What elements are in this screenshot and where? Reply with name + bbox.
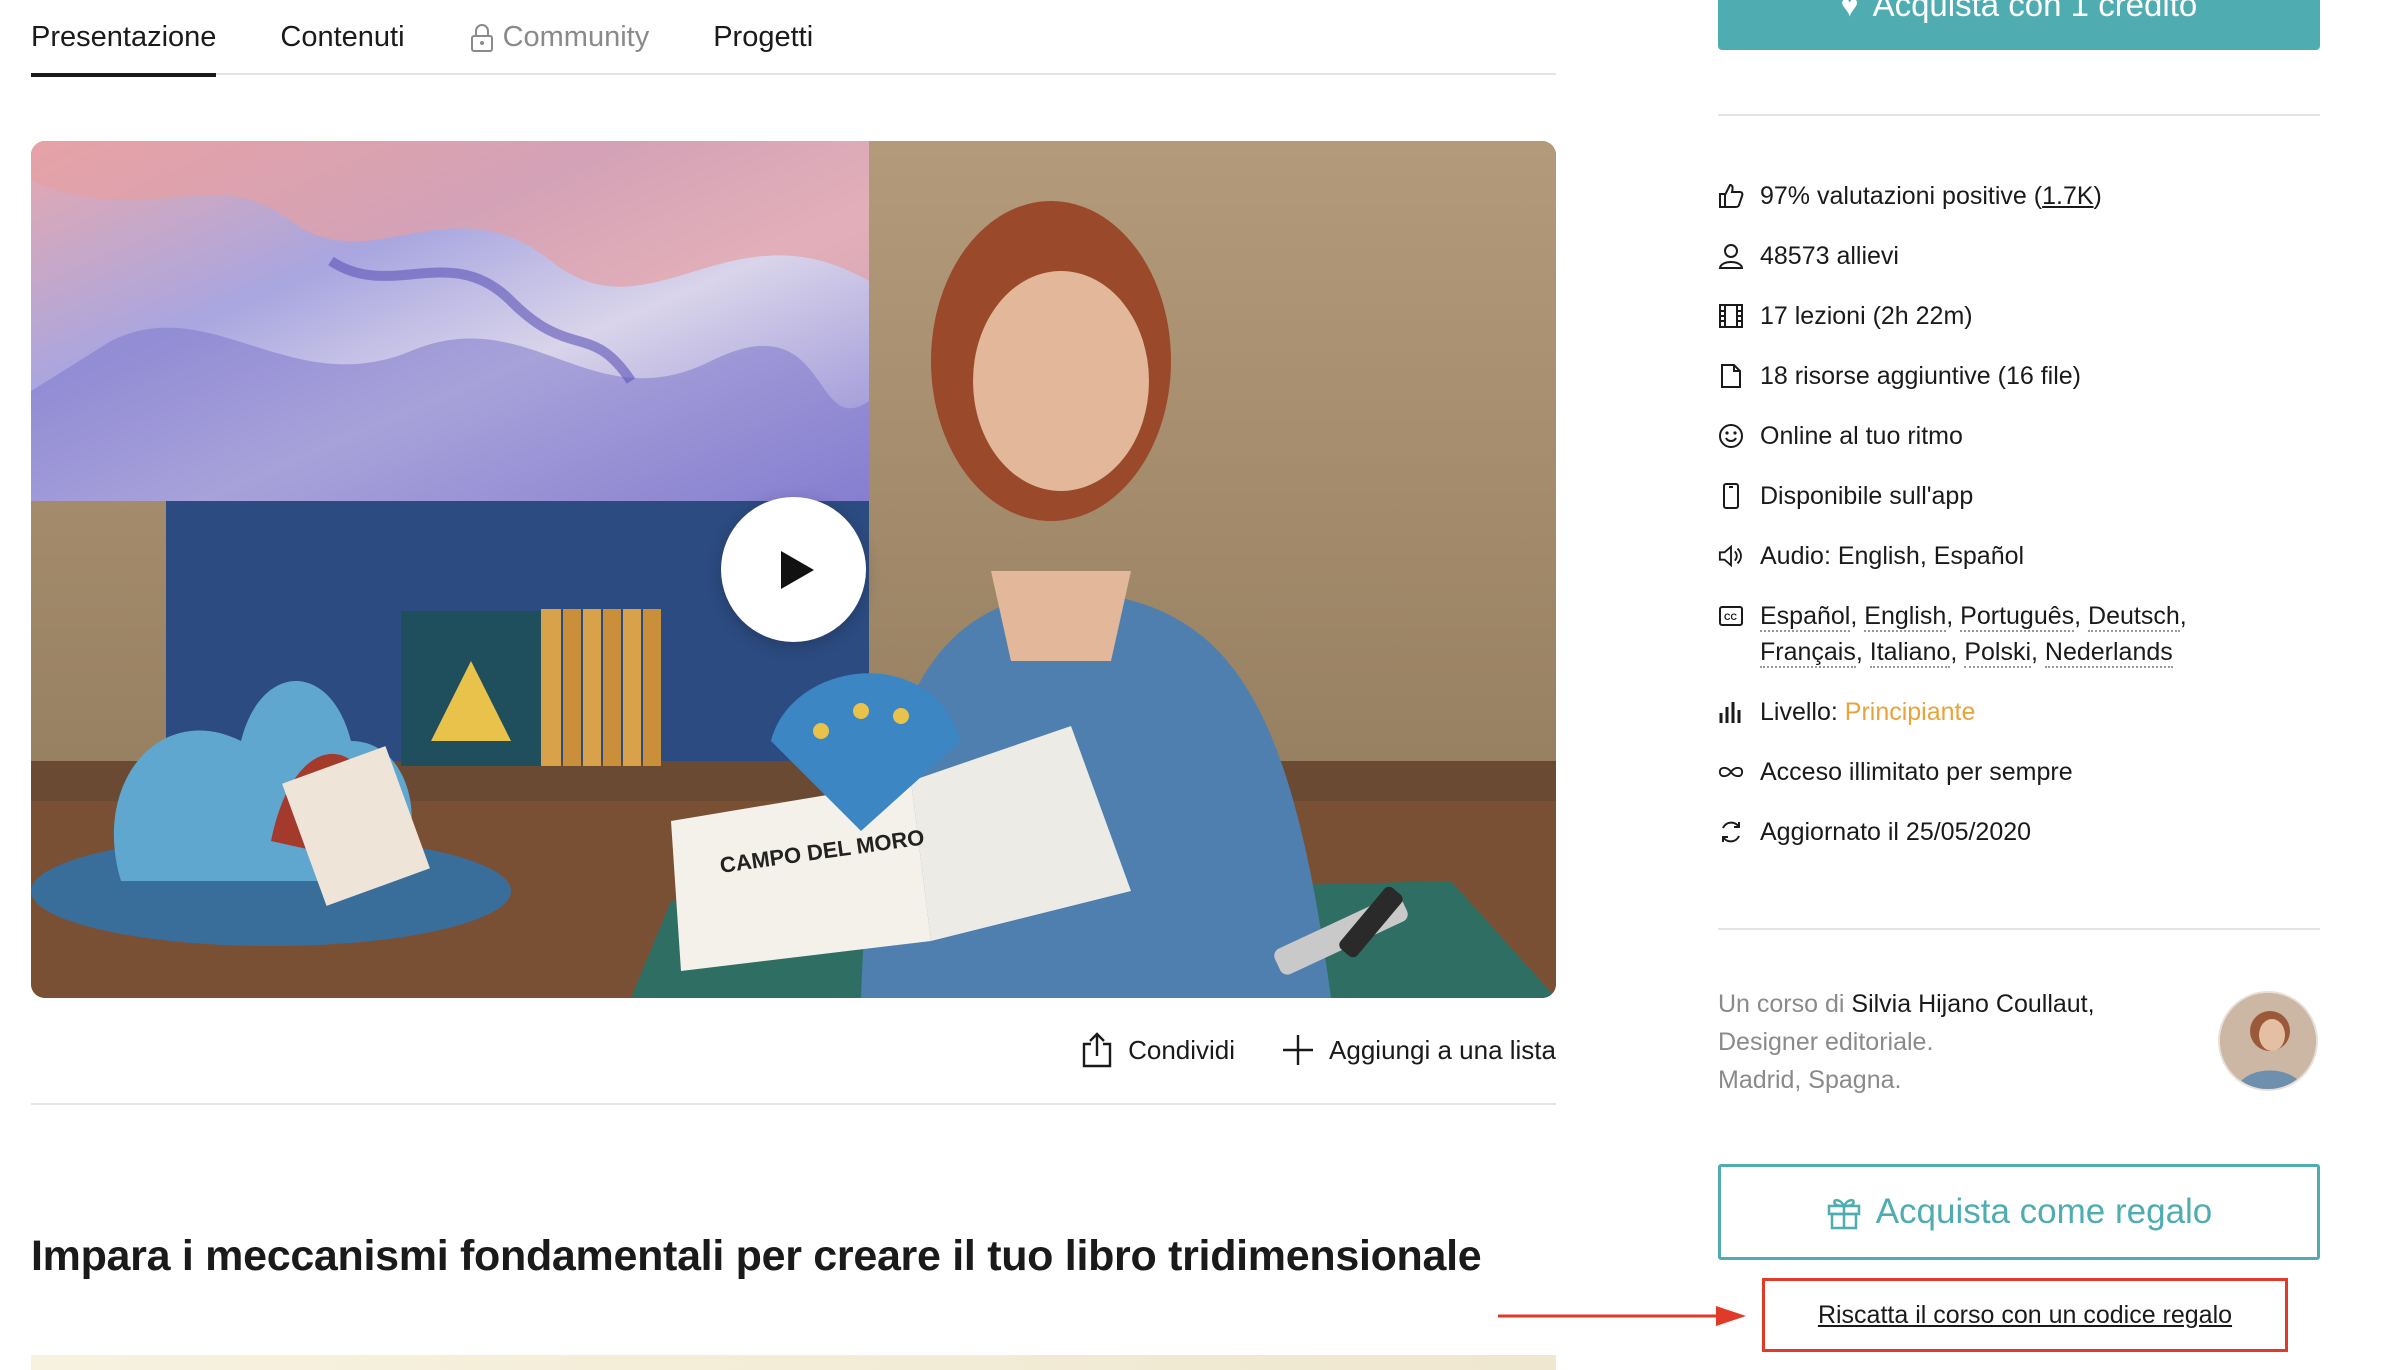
buy-as-gift-button[interactable]: Acquista come regalo [1718, 1164, 2320, 1260]
author-avatar[interactable] [2218, 991, 2318, 1091]
divider [1718, 928, 2320, 930]
add-to-list-button[interactable]: Aggiungi a una lista [1281, 1033, 1556, 1067]
author-name[interactable]: Silvia Hijano Coullaut, [1851, 990, 2094, 1018]
level-label: Livello: [1760, 698, 1845, 726]
add-to-list-label: Aggiungi a una lista [1329, 1034, 1556, 1065]
lessons-text: 17 lezioni (2h 22m) [1760, 302, 1973, 330]
feature-app: Disponibile sull'app [1718, 478, 2320, 514]
tab-contenuti[interactable]: Contenuti [280, 0, 404, 75]
refresh-icon [1718, 814, 1744, 850]
smiley-icon [1718, 418, 1744, 454]
bar-chart-icon [1718, 694, 1744, 730]
course-features-list: 97% valutazioni positive (1.7K) 48573 al… [1718, 178, 2320, 874]
plus-icon [1283, 1035, 1314, 1065]
cc-icon: CC [1718, 598, 1744, 634]
subtitle-language: Deutsch [2088, 602, 2180, 632]
play-icon [781, 550, 814, 589]
lock-icon [470, 23, 493, 52]
divider [31, 1103, 1556, 1105]
feature-level: Livello: Principiante [1718, 694, 2320, 730]
gift-icon [1827, 1198, 1860, 1230]
share-icon [1082, 1032, 1112, 1068]
heart-icon: ♥ [1840, 0, 1859, 23]
section-banner [31, 1355, 1556, 1370]
students-text: 48573 allievi [1760, 242, 1899, 270]
course-headline: Impara i meccanismi fondamentali per cre… [31, 1232, 1482, 1280]
rating-count-link[interactable]: 1.7K [2042, 182, 2093, 210]
subtitle-language: Polski [1964, 638, 2031, 668]
smartphone-icon [1718, 478, 1744, 514]
access-text: Acceso illimitato per sempre [1760, 758, 2073, 786]
online-text: Online al tuo ritmo [1760, 422, 1963, 450]
feature-students: 48573 allievi [1718, 238, 2320, 274]
author-prefix: Un corso di [1718, 990, 1852, 1018]
updated-text: Aggiornato il 25/05/2020 [1760, 818, 2032, 846]
subtitle-language: Español [1760, 602, 1851, 632]
file-icon [1718, 358, 1744, 394]
redeem-highlight-box: Riscatta il corso con un codice regalo [1762, 1278, 2288, 1352]
resources-text: 18 risorse aggiuntive (16 file) [1760, 362, 2081, 390]
tab-label: Community [502, 21, 650, 53]
tab-label: Presentazione [31, 21, 217, 53]
feature-resources: 18 risorse aggiuntive (16 file) [1718, 358, 2320, 394]
feature-audio: Audio: English, Español [1718, 538, 2320, 574]
feature-subtitles: CC Español, English, Português, Deutsch,… [1718, 598, 2320, 670]
rating-text: 97% valutazioni positive ( [1760, 182, 2043, 210]
tab-label: Progetti [713, 21, 814, 53]
divider [1718, 114, 2320, 116]
feature-online: Online al tuo ritmo [1718, 418, 2320, 454]
tab-presentazione[interactable]: Presentazione [31, 0, 217, 77]
subtitle-language: Français [1760, 638, 1856, 668]
course-tabs: Presentazione Contenuti Community Proget… [31, 0, 1556, 77]
share-button[interactable]: Condividi [1080, 1032, 1235, 1068]
infinity-icon [1718, 754, 1744, 790]
play-button[interactable] [721, 497, 866, 642]
video-actions: Condividi Aggiungi a una lista [1034, 1032, 1556, 1068]
level-value: Principiante [1844, 698, 1976, 726]
subtitle-language: Português [1960, 602, 2075, 632]
course-trailer-video[interactable]: CAMPO DEL MORO [31, 141, 1556, 998]
feature-access: Acceso illimitato per sempre [1718, 754, 2320, 790]
gift-label: Acquista come regalo [1875, 1192, 2213, 1231]
svg-text:CC: CC [1724, 612, 1737, 622]
subtitle-language: Italiano [1869, 638, 1951, 668]
film-icon [1718, 298, 1744, 334]
app-text: Disponibile sull'app [1760, 482, 1974, 510]
speaker-icon [1718, 538, 1744, 574]
arrow-annotation-icon [1498, 1306, 1746, 1326]
buy-label: Acquista con 1 credito [1872, 0, 2198, 23]
tab-label: Contenuti [280, 21, 405, 53]
redeem-gift-code-link[interactable]: Riscatta il corso con un codice regalo [1818, 1301, 2232, 1330]
tab-community[interactable]: Community [469, 0, 650, 75]
rating-close: ) [2093, 182, 2102, 210]
audio-text: Audio: English, Español [1760, 542, 2025, 570]
tab-progetti[interactable]: Progetti [713, 0, 813, 75]
subtitle-language: Nederlands [2044, 638, 2173, 668]
user-icon [1718, 238, 1744, 274]
feature-lessons: 17 lezioni (2h 22m) [1718, 298, 2320, 334]
feature-rating: 97% valutazioni positive (1.7K) [1718, 178, 2320, 214]
thumbs-up-icon [1718, 178, 1744, 214]
buy-with-credit-button[interactable]: ♥ Acquista con 1 credito [1718, 0, 2320, 50]
feature-updated: Aggiornato il 25/05/2020 [1718, 814, 2320, 850]
subtitle-language: English [1864, 602, 1947, 632]
share-label: Condividi [1128, 1034, 1236, 1065]
subtitles-list: Español, English, Português, Deutsch, Fr… [1760, 602, 2187, 668]
